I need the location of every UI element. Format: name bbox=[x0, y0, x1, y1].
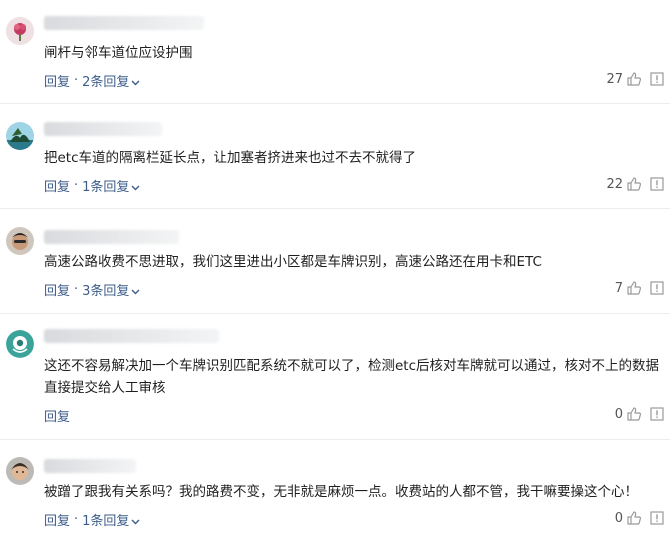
reply-button[interactable]: 回复 bbox=[44, 510, 70, 529]
reply-count: 2条回复 bbox=[82, 75, 130, 90]
comment-item: 被蹭了跟我有关系吗？我的路费不变，无非就是麻烦一点。收费站的人都不管，我干嘛要操… bbox=[0, 440, 670, 538]
view-replies-button[interactable]: 3条回复 bbox=[82, 280, 140, 299]
avatar[interactable] bbox=[6, 330, 34, 358]
thumbs-up-icon[interactable] bbox=[626, 71, 642, 87]
comment-feed: 闸杆与邻车道位应设护围 回复 · 2条回复 27 把etc车道的隔离栏延长点，让… bbox=[0, 0, 670, 538]
separator: · bbox=[74, 178, 79, 193]
thumbs-up-icon[interactable] bbox=[626, 510, 642, 526]
thumbs-up-icon[interactable] bbox=[626, 176, 642, 192]
comment-item: 闸杆与邻车道位应设护围 回复 · 2条回复 27 bbox=[0, 0, 670, 104]
comment-actions: 回复 · 2条回复 bbox=[44, 71, 140, 90]
avatar[interactable] bbox=[6, 122, 34, 150]
thumbs-up-icon[interactable] bbox=[626, 406, 642, 422]
comment-item: 这还不容易解决加一个车牌识别匹配系统不就可以了，检测etc后核对车牌就可以通过，… bbox=[0, 314, 670, 440]
like-count: 7 bbox=[614, 280, 623, 296]
comment-meta: 22 bbox=[606, 176, 664, 192]
username-redacted bbox=[44, 329, 219, 343]
comment-meta: 0 bbox=[615, 406, 664, 422]
report-icon[interactable] bbox=[650, 511, 664, 525]
like-count: 0 bbox=[614, 406, 623, 422]
chevron-down-icon bbox=[131, 180, 140, 195]
like-count: 22 bbox=[606, 176, 623, 192]
comment-text: 闸杆与邻车道位应设护围 bbox=[44, 45, 193, 61]
separator: · bbox=[74, 282, 79, 297]
avatar[interactable] bbox=[6, 227, 34, 255]
comment-meta: 7 bbox=[615, 280, 664, 296]
reply-count: 3条回复 bbox=[82, 284, 130, 299]
thumbs-up-icon[interactable] bbox=[626, 280, 642, 296]
comment-actions: 回复 · 1条回复 bbox=[44, 510, 140, 529]
separator: · bbox=[74, 512, 79, 527]
like-count: 27 bbox=[606, 71, 623, 87]
avatar[interactable] bbox=[6, 17, 34, 45]
comment-text: 这还不容易解决加一个车牌识别匹配系统不就可以了，检测etc后核对车牌就可以通过，… bbox=[44, 358, 660, 396]
comment-item: 高速公路收费不思进取，我们这里进出小区都是车牌识别，高速公路还在用卡和ETC 回… bbox=[0, 209, 670, 314]
chevron-down-icon bbox=[131, 75, 140, 90]
separator: · bbox=[74, 73, 79, 88]
username-redacted bbox=[44, 459, 136, 473]
comment-text: 把etc车道的隔离栏延长点，让加塞者挤进来也过不去不就得了 bbox=[44, 150, 417, 166]
chevron-down-icon bbox=[131, 514, 140, 529]
username-redacted bbox=[44, 16, 204, 30]
chevron-down-icon bbox=[131, 284, 140, 299]
report-icon[interactable] bbox=[650, 177, 664, 191]
comment-actions: 回复 bbox=[44, 406, 70, 425]
reply-count: 1条回复 bbox=[82, 180, 130, 195]
view-replies-button[interactable]: 1条回复 bbox=[82, 510, 140, 529]
view-replies-button[interactable]: 2条回复 bbox=[82, 71, 140, 90]
report-icon[interactable] bbox=[650, 72, 664, 86]
username-redacted bbox=[44, 230, 179, 244]
comment-actions: 回复 · 3条回复 bbox=[44, 280, 140, 299]
comment-text: 高速公路收费不思进取，我们这里进出小区都是车牌识别，高速公路还在用卡和ETC bbox=[44, 254, 542, 270]
comment-meta: 27 bbox=[606, 71, 664, 87]
report-icon[interactable] bbox=[650, 281, 664, 295]
comment-item: 把etc车道的隔离栏延长点，让加塞者挤进来也过不去不就得了 回复 · 1条回复 … bbox=[0, 104, 670, 209]
report-icon[interactable] bbox=[650, 407, 664, 421]
reply-button[interactable]: 回复 bbox=[44, 71, 70, 90]
reply-button[interactable]: 回复 bbox=[44, 280, 70, 299]
avatar[interactable] bbox=[6, 457, 34, 485]
comment-text: 被蹭了跟我有关系吗？我的路费不变，无非就是麻烦一点。收费站的人都不管，我干嘛要操… bbox=[44, 484, 638, 500]
comment-meta: 0 bbox=[615, 510, 664, 526]
comment-actions: 回复 · 1条回复 bbox=[44, 176, 140, 195]
reply-button[interactable]: 回复 bbox=[44, 176, 70, 195]
view-replies-button[interactable]: 1条回复 bbox=[82, 176, 140, 195]
username-redacted bbox=[44, 122, 162, 136]
reply-button[interactable]: 回复 bbox=[44, 406, 70, 425]
reply-count: 1条回复 bbox=[82, 514, 130, 529]
like-count: 0 bbox=[614, 510, 623, 526]
